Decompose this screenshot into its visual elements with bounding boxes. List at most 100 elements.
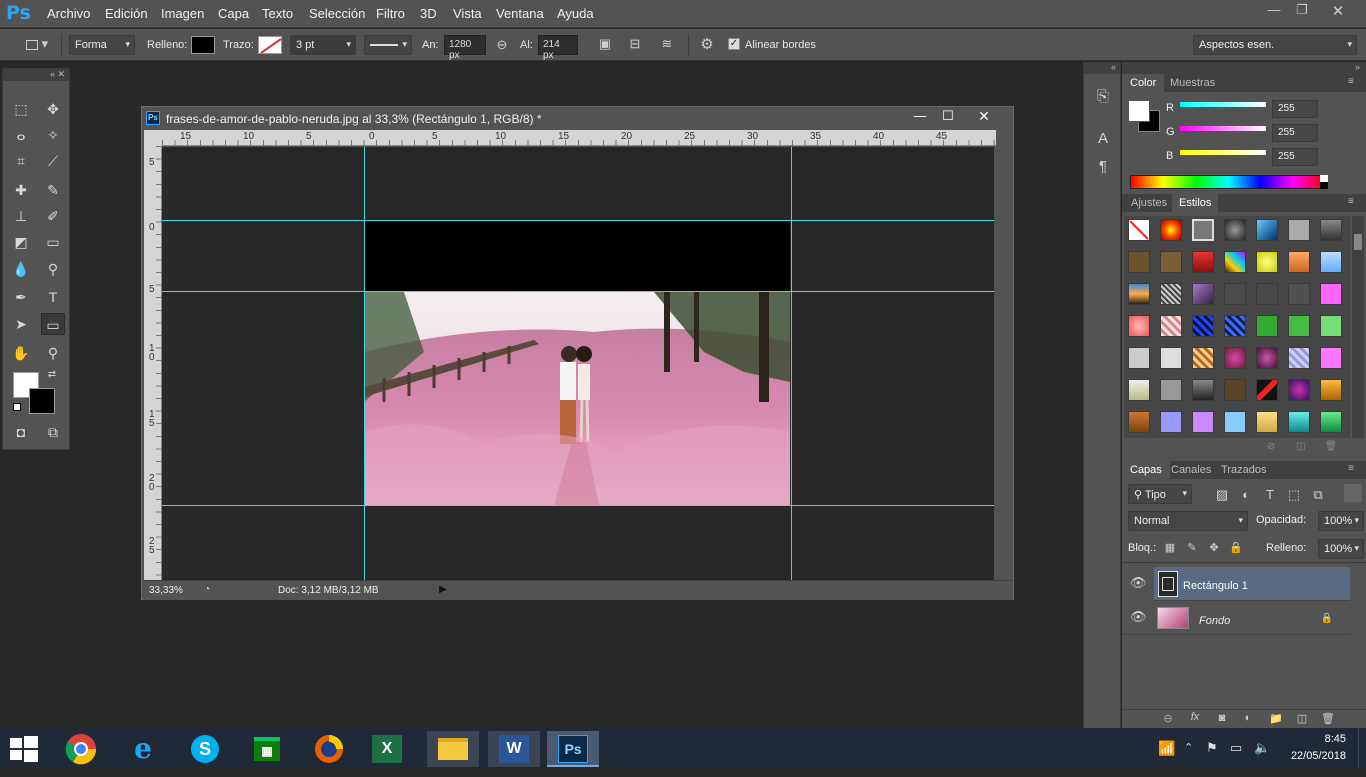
clone-stamp-tool-icon[interactable]: ⊥ xyxy=(9,205,33,227)
menu-texto[interactable]: Texto xyxy=(262,6,293,21)
magic-wand-tool-icon[interactable]: ✧ xyxy=(41,124,65,146)
rectangle-shape[interactable] xyxy=(364,221,790,291)
style-swatch[interactable] xyxy=(1224,411,1246,433)
link-layers-icon[interactable]: ⊖ xyxy=(1160,712,1176,725)
canvas-area[interactable] xyxy=(162,147,994,580)
height-input[interactable]: 214 px xyxy=(538,35,578,61)
app-minimize-button[interactable]: — xyxy=(1262,2,1286,20)
menu-filtro[interactable]: Filtro xyxy=(376,6,405,21)
style-swatch[interactable] xyxy=(1256,379,1278,401)
guide-line-vertical[interactable] xyxy=(791,147,792,580)
menu-edicion[interactable]: Edición xyxy=(105,6,148,21)
gear-icon[interactable]: ⚙ xyxy=(697,35,717,53)
toolbox-header[interactable]: « ✕ xyxy=(3,69,69,81)
horizontal-ruler[interactable]: 15 10 5 0 5 10 15 20 25 30 35 40 45 xyxy=(162,130,996,146)
network-icon[interactable]: 📶 xyxy=(1158,740,1175,757)
style-swatch[interactable] xyxy=(1320,219,1342,241)
style-swatch[interactable] xyxy=(1320,347,1342,369)
style-swatch[interactable] xyxy=(1224,347,1246,369)
dock-collapse-button[interactable]: « xyxy=(1084,62,1120,74)
layer-filter-dropdown[interactable]: ⚲ Tipo xyxy=(1128,484,1192,504)
clear-style-icon[interactable]: ⊘ xyxy=(1264,441,1278,452)
tab-color[interactable]: Color xyxy=(1122,74,1165,92)
style-swatch[interactable] xyxy=(1160,251,1182,273)
layer-name[interactable]: Rectángulo 1 xyxy=(1183,580,1248,592)
guide-line-horizontal[interactable] xyxy=(162,505,994,506)
stroke-type-dropdown[interactable] xyxy=(364,35,412,55)
path-operations-icon[interactable]: ▣ xyxy=(596,36,614,52)
skype-icon[interactable]: S xyxy=(179,731,231,767)
eye-icon[interactable]: 👁 xyxy=(1130,609,1147,625)
style-swatch[interactable] xyxy=(1192,283,1214,305)
menu-ayuda[interactable]: Ayuda xyxy=(557,6,594,21)
internet-explorer-icon[interactable]: e xyxy=(117,731,169,767)
style-swatch[interactable] xyxy=(1128,379,1150,401)
status-menu-arrow-icon[interactable]: ▶ xyxy=(438,584,448,595)
style-swatch[interactable] xyxy=(1160,283,1182,305)
lasso-tool-icon[interactable]: ⴰ xyxy=(9,124,33,146)
file-explorer-icon[interactable] xyxy=(427,731,479,767)
filter-adjustment-icon[interactable]: ◐ xyxy=(1238,487,1254,502)
style-swatch[interactable] xyxy=(1256,347,1278,369)
background-color-swatch[interactable] xyxy=(29,388,55,414)
color-spectrum-bar[interactable] xyxy=(1130,175,1326,189)
store-icon[interactable]: ▦ xyxy=(241,731,293,767)
green-value[interactable]: 255 xyxy=(1272,124,1318,142)
style-swatch[interactable] xyxy=(1192,379,1214,401)
word-icon[interactable]: W xyxy=(488,731,540,767)
info-icon[interactable]: ◔ xyxy=(200,584,214,595)
lock-position-icon[interactable]: ✥ xyxy=(1206,541,1222,554)
blend-mode-dropdown[interactable]: Normal xyxy=(1128,511,1248,531)
photoshop-taskbar-icon[interactable]: Ps xyxy=(547,731,599,767)
style-swatch[interactable] xyxy=(1256,219,1278,241)
style-swatch[interactable] xyxy=(1320,251,1342,273)
new-layer-icon[interactable]: ◫ xyxy=(1294,712,1310,725)
vertical-ruler[interactable]: 5 0 5 1 0 1 5 2 0 2 5 xyxy=(144,146,162,580)
marquee-tool-icon[interactable]: ⬚ xyxy=(9,98,33,120)
lock-all-icon[interactable]: 🔒 xyxy=(1228,541,1244,554)
hand-tool-icon[interactable]: ✋ xyxy=(9,342,33,364)
width-input[interactable]: 1280 px xyxy=(444,35,486,61)
zoom-level[interactable]: 33,33% xyxy=(149,585,183,596)
style-swatch[interactable] xyxy=(1160,219,1182,241)
red-slider[interactable] xyxy=(1180,102,1266,107)
doc-close-button[interactable]: ✕ xyxy=(972,108,996,126)
adjustment-layer-icon[interactable]: ◐ xyxy=(1240,712,1256,724)
style-swatch[interactable] xyxy=(1288,411,1310,433)
screen-mode-icon[interactable]: ⧉ xyxy=(41,421,65,443)
style-swatch[interactable] xyxy=(1192,251,1214,273)
menu-ventana[interactable]: Ventana xyxy=(496,6,544,21)
style-swatch[interactable] xyxy=(1128,315,1150,337)
windows-start-icon[interactable] xyxy=(10,736,38,762)
doc-maximize-button[interactable]: ☐ xyxy=(936,108,960,126)
path-arrangement-icon[interactable]: ≋ xyxy=(657,36,677,52)
move-tool-icon[interactable]: ✥ xyxy=(41,98,65,120)
tab-paths[interactable]: Trazados xyxy=(1221,464,1266,476)
clock-date[interactable]: 22/05/2018 xyxy=(1282,750,1346,762)
zoom-tool-icon[interactable]: ⚲ xyxy=(41,342,65,364)
style-swatch[interactable] xyxy=(1224,315,1246,337)
volume-icon[interactable]: 🔈 xyxy=(1254,740,1270,756)
vertical-scrollbar[interactable] xyxy=(994,147,1011,580)
blur-tool-icon[interactable]: 💧 xyxy=(9,258,33,280)
path-selection-tool-icon[interactable]: ➤ xyxy=(9,313,33,335)
styles-scroll-thumb[interactable] xyxy=(1354,234,1362,250)
style-swatch[interactable] xyxy=(1224,283,1246,305)
pen-tool-icon[interactable]: ✒ xyxy=(9,286,33,308)
firefox-icon[interactable] xyxy=(303,731,355,767)
black-white-ramp[interactable] xyxy=(1320,175,1328,189)
shape-mode-dropdown[interactable]: Forma xyxy=(69,35,135,55)
tool-preset-picker[interactable]: ▾ xyxy=(22,36,52,54)
crop-tool-icon[interactable]: ⌗ xyxy=(9,150,33,172)
filter-type-icon[interactable]: T xyxy=(1262,487,1278,502)
menu-seleccion[interactable]: Selección xyxy=(309,6,365,21)
layer-mask-icon[interactable]: ◙ xyxy=(1214,712,1230,724)
menu-archivo[interactable]: Archivo xyxy=(47,6,90,21)
style-swatch[interactable] xyxy=(1288,219,1310,241)
style-swatch[interactable] xyxy=(1160,347,1182,369)
style-swatch[interactable] xyxy=(1128,251,1150,273)
green-slider[interactable] xyxy=(1180,126,1266,131)
panel-menu-icon[interactable]: ≡ xyxy=(1348,196,1354,207)
menu-imagen[interactable]: Imagen xyxy=(161,6,204,21)
tab-styles[interactable]: Estilos xyxy=(1172,194,1219,212)
